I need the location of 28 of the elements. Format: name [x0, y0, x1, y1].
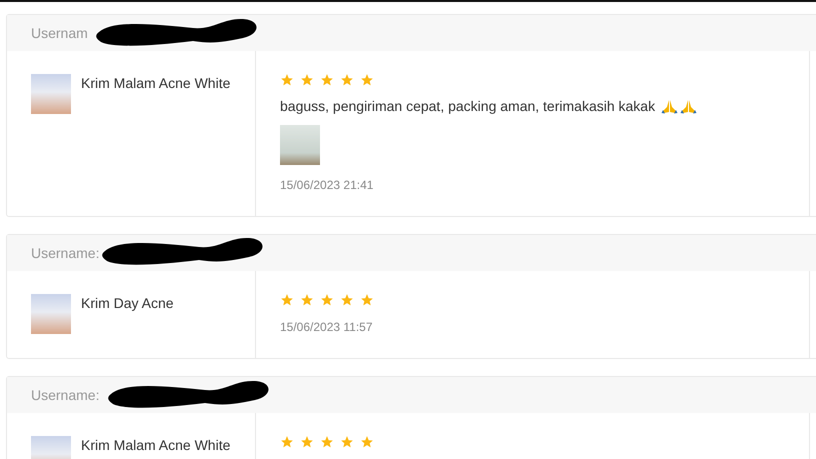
product-photo-placeholder	[31, 74, 71, 114]
username-label: Username:	[31, 387, 100, 403]
star-icon	[300, 293, 314, 307]
star-icon	[300, 435, 314, 449]
review-date: 15/06/2023 11:57	[280, 320, 373, 334]
praying-hands-icon	[680, 98, 698, 114]
star-icon	[340, 73, 354, 87]
star-icon	[360, 293, 374, 307]
star-icon	[320, 293, 334, 307]
username-label: Usernam	[31, 25, 88, 41]
star-icon	[280, 435, 294, 449]
star-icon	[360, 435, 374, 449]
star-icon	[300, 73, 314, 87]
username-label: Username:	[31, 245, 100, 261]
praying-hands-icon	[661, 98, 678, 114]
product-photo-placeholder	[31, 294, 71, 334]
product-name: Krim Malam Acne White	[81, 437, 230, 453]
product-name: Krim Day Acne	[81, 295, 174, 311]
review-comment: baguss, pengiriman cepat, packing aman, terimakasih kakak	[280, 98, 656, 114]
star-icon	[320, 73, 334, 87]
star-icon	[360, 73, 374, 87]
product-name: Krim Malam Acne White	[81, 75, 230, 91]
star-icon	[340, 435, 354, 449]
review-date: 15/06/2023 21:41	[280, 178, 374, 192]
star-icon	[280, 73, 294, 87]
star-icon	[340, 293, 354, 307]
star-icon	[320, 435, 334, 449]
star-icon	[280, 293, 294, 307]
